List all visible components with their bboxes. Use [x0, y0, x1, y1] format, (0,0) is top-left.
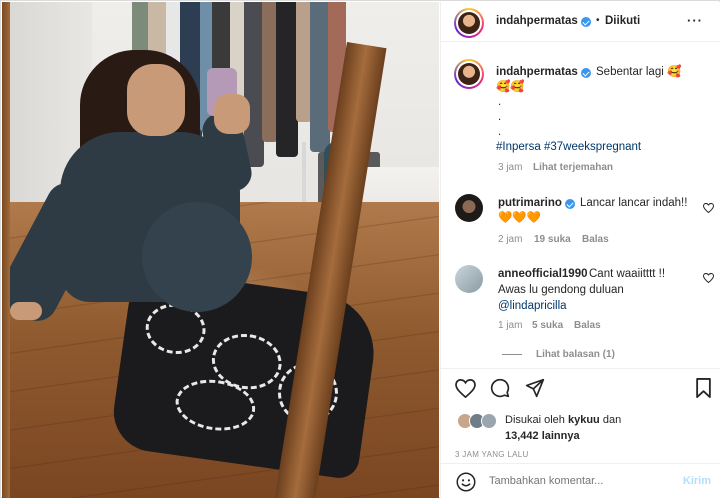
caption-text: Sebentar lagi 🥰	[596, 66, 682, 78]
comment-likes[interactable]: 5 suka	[532, 320, 563, 331]
comment-emoji-line: 🧡🧡🧡	[498, 212, 541, 224]
caption-dot-1: .	[498, 96, 502, 108]
comment-username[interactable]: anneofficial1990	[498, 268, 587, 280]
likes-suffix: dan	[602, 414, 622, 426]
left-hand	[10, 302, 42, 320]
likes-user[interactable]: kykuu	[568, 414, 600, 426]
comment-age[interactable]: 2 jam	[498, 234, 522, 245]
comment-username[interactable]: putrimarino	[498, 197, 562, 209]
comment-heart-icon[interactable]	[703, 273, 714, 283]
likes-prefix: Disukai oleh kykuu dan	[505, 414, 621, 426]
caption-avatar[interactable]	[454, 59, 484, 89]
heart-icon[interactable]	[455, 379, 476, 398]
emoji-icon[interactable]	[456, 472, 476, 492]
caption-dot-2: .	[498, 111, 502, 123]
right-hand	[214, 94, 250, 134]
verified-icon	[565, 199, 575, 209]
comment-text: Lancar lancar indah!!	[580, 197, 688, 209]
share-icon[interactable]	[525, 378, 545, 398]
caption-hashtags[interactable]: #Inpersa #37weekspregnant	[496, 139, 641, 155]
bookmark-icon[interactable]	[695, 378, 712, 398]
view-replies-link[interactable]: Lihat balasan (1)	[536, 349, 615, 360]
reply-button[interactable]: Balas	[582, 234, 609, 245]
commenter-avatar[interactable]	[455, 265, 483, 293]
comment-icon[interactable]	[490, 378, 510, 398]
comment-text-line2: Awas lu gendong duluan	[498, 284, 624, 296]
comment-mention[interactable]: @lindapricilla	[498, 298, 567, 314]
post-side-panel: indahpermatas • Diikuti ··· indahpermata…	[440, 2, 720, 498]
comment-input[interactable]	[489, 475, 659, 487]
follow-status-button[interactable]: Diikuti	[605, 15, 640, 27]
comment-age[interactable]: 1 jam	[498, 320, 522, 331]
verified-icon	[581, 17, 591, 27]
post-photo[interactable]	[2, 2, 439, 498]
post-comment-button[interactable]: Kirim	[683, 475, 711, 487]
liker-avatar	[481, 413, 497, 429]
translate-link[interactable]: Lihat terjemahan	[533, 162, 613, 173]
mirror-frame-left	[2, 2, 10, 498]
likes-prefix-text: Disukai oleh	[505, 414, 565, 426]
action-bar	[441, 368, 720, 406]
replies-divider	[502, 354, 522, 355]
comment-bar: Kirim	[441, 463, 720, 498]
comment-heart-icon[interactable]	[703, 203, 714, 213]
commenter-avatar[interactable]	[455, 194, 483, 222]
post-frame: indahpermatas • Diikuti ··· indahpermata…	[0, 0, 720, 498]
author-username[interactable]: indahpermatas	[496, 15, 578, 27]
comment-text: Cant waaiitttt !!	[589, 268, 666, 280]
caption-emoji-line: 🥰🥰	[496, 81, 525, 93]
likes-count[interactable]: 13,442 lainnya	[505, 430, 580, 442]
caption-age[interactable]: 3 jam	[498, 162, 522, 173]
face	[127, 64, 185, 136]
caption-dot-3: .	[498, 126, 502, 138]
verified-icon	[581, 68, 591, 78]
belly	[142, 202, 252, 312]
separator-dot: •	[596, 15, 600, 26]
caption-username[interactable]: indahpermatas	[496, 66, 578, 78]
author-avatar[interactable]	[454, 8, 484, 38]
post-timestamp[interactable]: 3 JAM YANG LALU	[455, 450, 529, 459]
reply-button[interactable]: Balas	[574, 320, 601, 331]
more-icon[interactable]: ···	[687, 13, 703, 28]
post-header: indahpermatas • Diikuti ···	[441, 2, 720, 42]
comment-likes[interactable]: 19 suka	[534, 234, 571, 245]
